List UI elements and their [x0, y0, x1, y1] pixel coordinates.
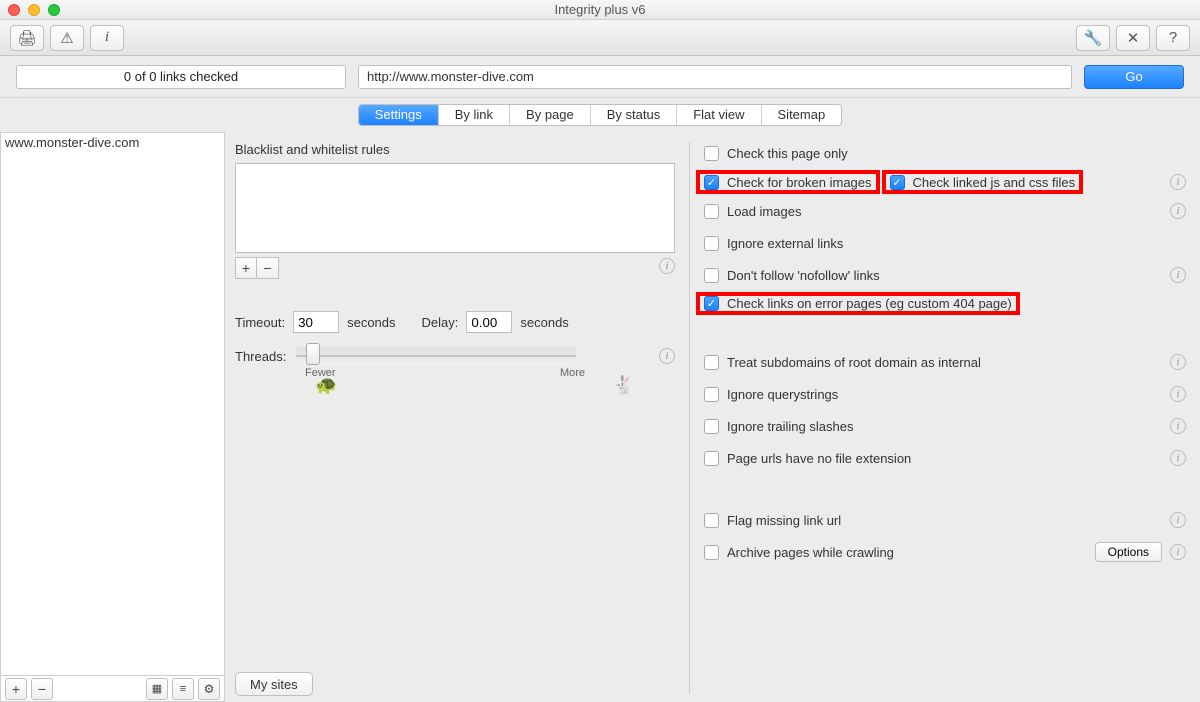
- url-input[interactable]: http://www.monster-dive.com: [358, 65, 1072, 89]
- add-rule-button[interactable]: +: [235, 257, 257, 279]
- tools-icon: ✕: [1127, 29, 1140, 47]
- check-linked-js-css-label: Check linked js and css files: [913, 175, 1076, 190]
- window-title: Integrity plus v6: [0, 2, 1200, 17]
- tools-button[interactable]: ✕: [1116, 25, 1150, 51]
- threads-info-icon[interactable]: i: [659, 348, 675, 364]
- blacklist-whitelist-textarea[interactable]: [235, 163, 675, 253]
- print-button[interactable]: 🖨: [10, 25, 44, 51]
- dont-follow-nofollow-label: Don't follow 'nofollow' links: [727, 268, 880, 283]
- timeout-label: Timeout:: [235, 315, 285, 330]
- tab-by-page[interactable]: By page: [510, 105, 591, 125]
- archive-options-button[interactable]: Options: [1095, 542, 1162, 562]
- check-this-page-only-checkbox[interactable]: [704, 146, 719, 161]
- settings-left-panel: Blacklist and whitelist rules + − i Time…: [235, 142, 675, 694]
- help-button[interactable]: ?: [1156, 25, 1190, 51]
- timeout-input[interactable]: [293, 311, 339, 333]
- delay-label: Delay:: [422, 315, 459, 330]
- url-toolbar: 0 of 0 links checked http://www.monster-…: [0, 56, 1200, 98]
- preferences-button[interactable]: 🔧: [1076, 25, 1110, 51]
- rabbit-icon: 🐇: [613, 375, 635, 396]
- no-file-extension-label: Page urls have no file extension: [727, 451, 911, 466]
- slider-thumb[interactable]: [306, 343, 320, 365]
- threads-label: Threads:: [235, 349, 286, 364]
- no-file-extension-info-icon[interactable]: i: [1170, 450, 1186, 466]
- threads-slider[interactable]: [296, 347, 576, 365]
- load-images-info-icon[interactable]: i: [1170, 203, 1186, 219]
- blacklist-whitelist-title: Blacklist and whitelist rules: [235, 142, 675, 157]
- nofollow-info-icon[interactable]: i: [1170, 267, 1186, 283]
- warning-icon: ⚠: [60, 29, 73, 47]
- delay-input[interactable]: [466, 311, 512, 333]
- grid-view-button[interactable]: ▦: [146, 678, 168, 700]
- main-toolbar: 🖨 ⚠ i 🔧 ✕ ?: [0, 20, 1200, 56]
- go-button[interactable]: Go: [1084, 65, 1184, 89]
- remove-site-button[interactable]: −: [31, 678, 53, 700]
- my-sites-button[interactable]: My sites: [235, 672, 313, 696]
- sites-sidebar: www.monster-dive.com + − ▦ ≡ ⚙: [0, 132, 225, 702]
- treat-subdomains-label: Treat subdomains of root domain as inter…: [727, 355, 981, 370]
- delay-unit: seconds: [520, 315, 568, 330]
- flag-missing-link-label: Flag missing link url: [727, 513, 841, 528]
- tab-by-link[interactable]: By link: [439, 105, 510, 125]
- print-icon: 🖨: [17, 29, 36, 47]
- tab-flat-view[interactable]: Flat view: [677, 105, 761, 125]
- site-list-item[interactable]: www.monster-dive.com: [5, 135, 220, 150]
- titlebar: Integrity plus v6: [0, 0, 1200, 20]
- tab-settings[interactable]: Settings: [359, 105, 439, 125]
- dont-follow-nofollow-checkbox[interactable]: [704, 268, 719, 283]
- ignore-querystrings-label: Ignore querystrings: [727, 387, 838, 402]
- warnings-button[interactable]: ⚠: [50, 25, 84, 51]
- ignore-querystrings-checkbox[interactable]: [704, 387, 719, 402]
- check-this-page-only-label: Check this page only: [727, 146, 848, 161]
- blacklist-info-icon[interactable]: i: [659, 258, 675, 274]
- add-site-button[interactable]: +: [5, 678, 27, 700]
- ignore-external-label: Ignore external links: [727, 236, 843, 251]
- no-file-extension-checkbox[interactable]: [704, 451, 719, 466]
- list-view-button[interactable]: ≡: [172, 678, 194, 700]
- flag-missing-info-icon[interactable]: i: [1170, 512, 1186, 528]
- ignore-trailing-slashes-checkbox[interactable]: [704, 419, 719, 434]
- status-field: 0 of 0 links checked: [16, 65, 346, 89]
- ignore-trailing-slashes-label: Ignore trailing slashes: [727, 419, 853, 434]
- settings-right-panel: Check this page only Check for broken im…: [704, 142, 1186, 694]
- treat-subdomains-checkbox[interactable]: [704, 355, 719, 370]
- info-button[interactable]: i: [90, 25, 124, 51]
- check-broken-images-checkbox[interactable]: [704, 175, 719, 190]
- ignore-external-checkbox[interactable]: [704, 236, 719, 251]
- querystrings-info-icon[interactable]: i: [1170, 386, 1186, 402]
- tab-sitemap[interactable]: Sitemap: [762, 105, 842, 125]
- view-tabs: Settings By link By page By status Flat …: [0, 98, 1200, 132]
- flag-missing-link-checkbox[interactable]: [704, 513, 719, 528]
- load-images-label: Load images: [727, 204, 801, 219]
- turtle-icon: 🐢: [315, 375, 337, 396]
- check-broken-images-label: Check for broken images: [727, 175, 872, 190]
- help-icon: ?: [1169, 29, 1177, 46]
- info-icon: i: [105, 29, 109, 46]
- sidebar-gear-button[interactable]: ⚙: [198, 678, 220, 700]
- tab-by-status[interactable]: By status: [591, 105, 677, 125]
- check-error-pages-label: Check links on error pages (eg custom 40…: [727, 296, 1012, 311]
- js-css-info-icon[interactable]: i: [1170, 174, 1186, 190]
- archive-pages-checkbox[interactable]: [704, 545, 719, 560]
- archive-info-icon[interactable]: i: [1170, 544, 1186, 560]
- trailing-slashes-info-icon[interactable]: i: [1170, 418, 1186, 434]
- load-images-checkbox[interactable]: [704, 204, 719, 219]
- archive-pages-label: Archive pages while crawling: [727, 545, 894, 560]
- timeout-unit: seconds: [347, 315, 395, 330]
- check-error-pages-checkbox[interactable]: [704, 296, 719, 311]
- check-linked-js-css-checkbox[interactable]: [890, 175, 905, 190]
- remove-rule-button[interactable]: −: [257, 257, 279, 279]
- subdomains-info-icon[interactable]: i: [1170, 354, 1186, 370]
- wrench-icon: 🔧: [1084, 29, 1103, 47]
